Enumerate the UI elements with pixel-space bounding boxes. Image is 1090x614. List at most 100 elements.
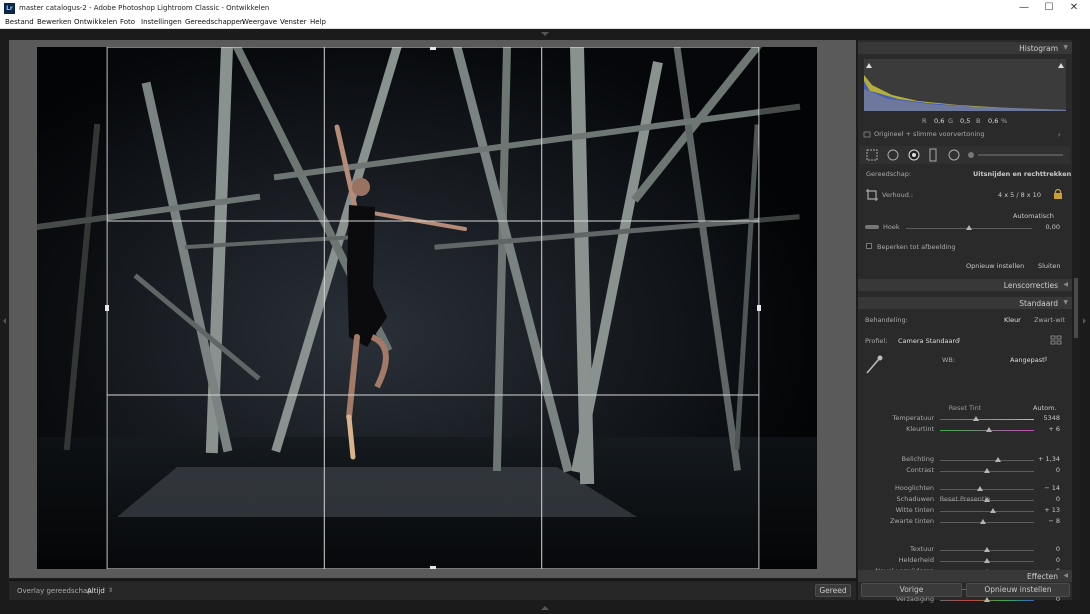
slider-label: Belichting: [901, 455, 934, 463]
lens-corrections-title: Lenscorrecties: [1003, 281, 1058, 290]
crop-outside-right: [759, 47, 817, 569]
dropdown-arrow-icon: ⇕: [1043, 356, 1049, 363]
previous-button[interactable]: Vorige: [861, 583, 962, 597]
basic-title: Standaard: [1019, 299, 1058, 308]
photo-crop-area[interactable]: [37, 47, 817, 569]
lock-icon[interactable]: [1053, 188, 1063, 200]
slider-knob[interactable]: [985, 427, 992, 432]
panel-toggle-right-icon[interactable]: [1083, 318, 1086, 324]
aspect-value[interactable]: 4 x 5 / 8 x 10: [998, 191, 1041, 199]
menu-bestand[interactable]: Bestand: [5, 18, 34, 26]
slider-label: Hooglichten: [895, 484, 934, 492]
slider-knob[interactable]: [984, 558, 990, 563]
menu-weergave[interactable]: Weergave: [242, 18, 277, 26]
slider-knob[interactable]: [977, 486, 984, 491]
constrain-checkbox[interactable]: [866, 243, 872, 249]
angle-value[interactable]: 0,00: [1034, 223, 1060, 231]
slider-knob[interactable]: [984, 547, 990, 552]
original-preview-icon: [863, 131, 871, 138]
slider-track[interactable]: [940, 419, 1034, 420]
brush-size-slider[interactable]: [978, 154, 1063, 156]
right-panel-edge: [1083, 318, 1086, 324]
menu-foto[interactable]: Foto: [120, 18, 135, 26]
dropdown-arrow-icon: ⇕: [956, 337, 962, 344]
menu-instellingen[interactable]: Instellingen: [141, 18, 182, 26]
scrollbar-thumb[interactable]: [1074, 278, 1078, 338]
module-top-bar: [0, 29, 1090, 39]
angle-tool-icon[interactable]: [864, 222, 880, 232]
basic-header[interactable]: Standaard ▼: [858, 297, 1072, 309]
slider-track[interactable]: [940, 489, 1034, 490]
slider-value[interactable]: 5348: [1034, 414, 1060, 422]
done-button[interactable]: Gereed: [815, 584, 851, 597]
panel-toggle-left-icon[interactable]: [3, 318, 6, 324]
slider-value[interactable]: + 13: [1034, 506, 1060, 514]
slider-knob[interactable]: [989, 508, 996, 513]
slider-value[interactable]: 0: [1034, 545, 1060, 553]
menu-venster[interactable]: Venster: [280, 18, 307, 26]
panel-toggle-top-icon[interactable]: [541, 32, 549, 36]
left-panel-edge: [3, 318, 6, 324]
reset-all-button[interactable]: Opnieuw instellen: [966, 583, 1070, 597]
wb-dropdown[interactable]: Aangepast: [1010, 356, 1045, 364]
window-title: master catalogus-2 - Adobe Photoshop Lig…: [19, 4, 270, 12]
profile-browser-icon[interactable]: [1050, 335, 1062, 345]
bottom-toolbar: Overlay gereedschap: Altijd ⇕ Gereed: [9, 580, 856, 600]
tool-label: Gereedschap:: [866, 170, 912, 178]
slider-label: Zwarte tinten: [889, 517, 934, 525]
slider-track[interactable]: [940, 511, 1034, 512]
preview-toggle-icon[interactable]: ⚡: [1057, 132, 1061, 139]
eyedropper-icon[interactable]: [864, 354, 884, 376]
effects-header[interactable]: Effecten ◀: [858, 570, 1072, 582]
close-button[interactable]: ✕: [1064, 2, 1084, 13]
hist-b-value: 0,6: [988, 117, 999, 125]
crop-close-button[interactable]: Sluiten: [1038, 262, 1061, 270]
menu-bewerken[interactable]: Bewerken: [37, 18, 72, 26]
slider-knob[interactable]: [980, 519, 987, 524]
angle-slider-knob[interactable]: [966, 225, 972, 230]
expand-arrow-icon: ◀: [1063, 281, 1068, 288]
slider-value[interactable]: − 8: [1034, 517, 1060, 525]
slider-value[interactable]: − 14: [1034, 484, 1060, 492]
effects-title: Effecten: [1027, 572, 1058, 581]
slider-value[interactable]: 0: [1034, 466, 1060, 474]
slider-label: Textuur: [909, 545, 934, 553]
right-panel-scrollbar[interactable]: [1072, 40, 1080, 600]
menu-help[interactable]: Help: [310, 18, 326, 26]
tool-value: Uitsnijden en rechttrekken: [973, 170, 1072, 178]
histogram-header[interactable]: Histogram ▼: [858, 42, 1072, 54]
minimize-button[interactable]: —: [1014, 2, 1034, 13]
slider-track[interactable]: [940, 460, 1034, 461]
wb-label: WB:: [942, 356, 956, 364]
profile-dropdown[interactable]: Camera Standaard: [898, 337, 959, 345]
menu-gereedschappen[interactable]: Gereedschappen: [185, 18, 244, 26]
slider-knob[interactable]: [995, 457, 1002, 462]
treatment-color-option[interactable]: Kleur: [1004, 316, 1021, 324]
auto-tone-button[interactable]: Autom.: [1033, 404, 1057, 412]
slider-value[interactable]: + 1,34: [1034, 455, 1060, 463]
aspect-label: Verhoud.:: [882, 191, 914, 199]
slider-knob[interactable]: [984, 468, 990, 473]
filmstrip-bar: [541, 606, 549, 610]
panel-toggle-bottom-icon[interactable]: [541, 606, 549, 610]
brush-tool-icon[interactable]: [968, 152, 974, 158]
hist-r-value: 0,6: [934, 117, 945, 125]
slider-label: Contrast: [906, 466, 934, 474]
slider-track[interactable]: [940, 522, 1034, 523]
slider-label: Kleurtint: [906, 425, 934, 433]
lens-corrections-header[interactable]: Lenscorrecties ◀: [858, 279, 1072, 291]
right-panel: Histogram ▼ ⚡ R 0,6 G 0,5 B 0,6 % Origin…: [858, 40, 1072, 603]
slider-value[interactable]: 0: [1034, 556, 1060, 564]
presence-heading[interactable]: Reset Presentie: [858, 495, 1072, 503]
maximize-button[interactable]: ☐: [1039, 2, 1059, 13]
slider-value[interactable]: + 6: [1034, 425, 1060, 433]
overlay-dropdown[interactable]: Altijd: [87, 587, 105, 595]
hist-unit: %: [1001, 117, 1008, 125]
crop-reset-button[interactable]: Opnieuw instellen: [966, 262, 1024, 270]
slider-knob[interactable]: [972, 416, 979, 421]
treatment-bw-option[interactable]: Zwart-wit: [1034, 316, 1065, 324]
crop-frame-icon: [866, 189, 878, 201]
angle-label: Hoek: [883, 223, 900, 231]
auto-straighten-button[interactable]: Automatisch: [1013, 212, 1054, 220]
menu-ontwikkelen[interactable]: Ontwikkelen: [74, 18, 117, 26]
